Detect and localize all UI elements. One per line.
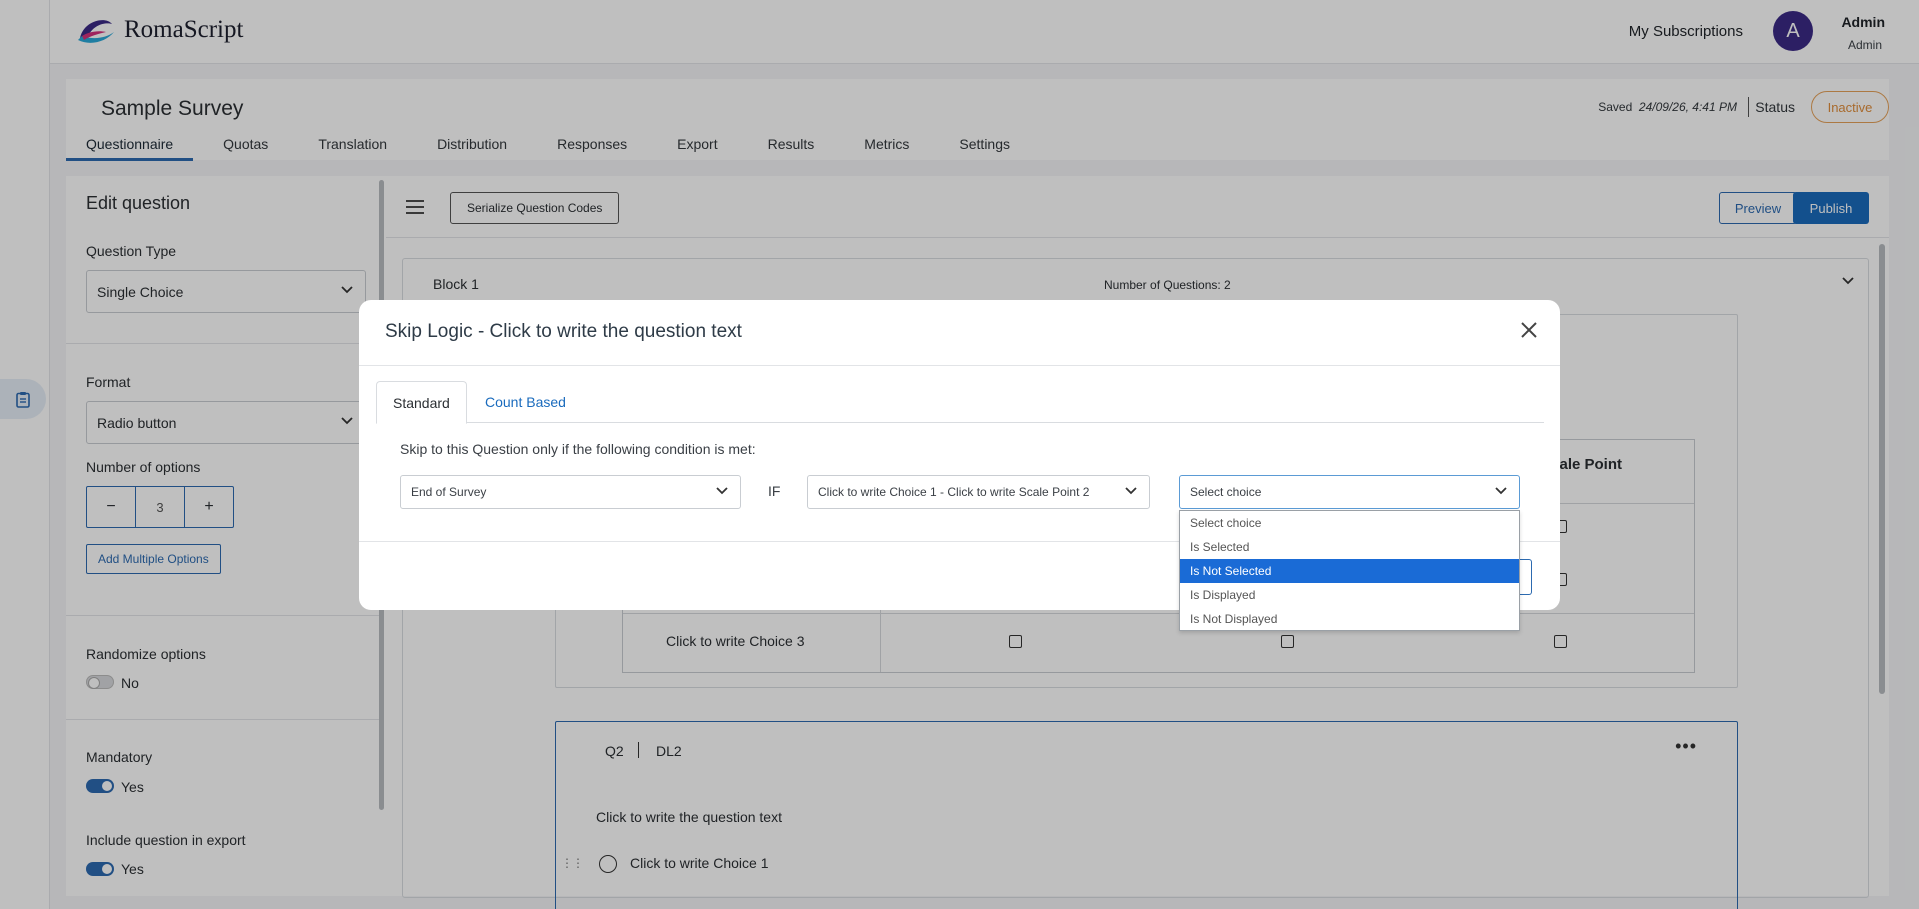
choice-dropdown-list: Select choice Is Selected Is Not Selecte…: [1179, 510, 1520, 631]
dropdown-option-select-choice[interactable]: Select choice: [1180, 511, 1519, 535]
dropdown-option-is-selected[interactable]: Is Selected: [1180, 535, 1519, 559]
condition-source-value: Click to write Choice 1 - Click to write…: [818, 485, 1090, 499]
dropdown-option-is-not-selected[interactable]: Is Not Selected: [1180, 559, 1519, 583]
chevron-down-icon: [1125, 487, 1137, 495]
chevron-down-icon: [716, 487, 728, 495]
dropdown-option-is-displayed[interactable]: Is Displayed: [1180, 583, 1519, 607]
skip-logic-tabs: Standard Count Based: [376, 381, 1544, 424]
condition-description: Skip to this Question only if the follow…: [400, 441, 756, 457]
skip-target-value: End of Survey: [411, 485, 487, 499]
chevron-down-icon: [1495, 487, 1507, 495]
modal-title: Skip Logic - Click to write the question…: [385, 321, 742, 342]
condition-choice-value: Select choice: [1190, 485, 1262, 499]
modal-header-divider: [359, 365, 1560, 366]
close-icon[interactable]: [1520, 321, 1538, 339]
if-label: IF: [768, 483, 781, 499]
condition-choice-select[interactable]: Select choice: [1179, 475, 1520, 509]
tab-count-based[interactable]: Count Based: [469, 381, 582, 423]
condition-source-select[interactable]: Click to write Choice 1 - Click to write…: [807, 475, 1150, 509]
tab-standard[interactable]: Standard: [376, 381, 467, 424]
modal-footer-button[interactable]: [1518, 559, 1532, 595]
skip-target-select[interactable]: End of Survey: [400, 475, 741, 509]
dropdown-option-is-not-displayed[interactable]: Is Not Displayed: [1180, 607, 1519, 631]
